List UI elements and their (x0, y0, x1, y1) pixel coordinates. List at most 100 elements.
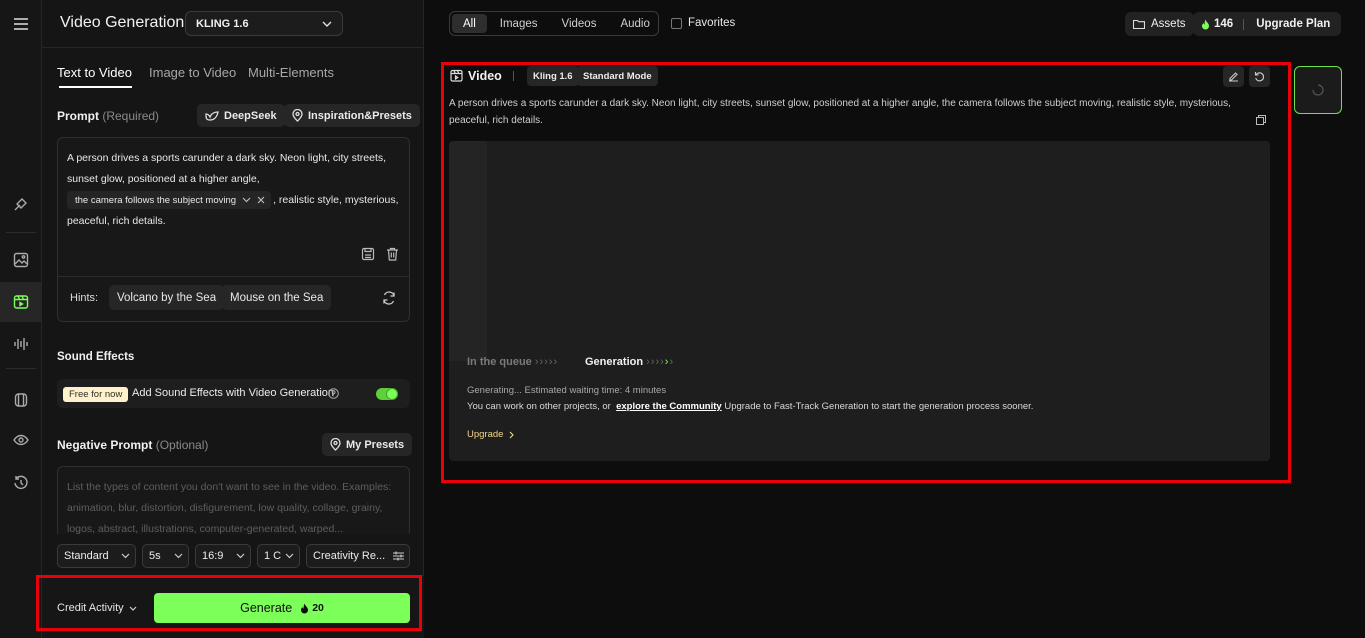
mode-tag: Standard Mode (577, 66, 658, 86)
close-icon[interactable] (257, 196, 265, 204)
deepseek-icon (205, 110, 219, 122)
mode-select[interactable]: Standard (57, 544, 136, 568)
prompt-label-text: Prompt (57, 109, 99, 123)
filter-images[interactable]: Images (489, 14, 549, 33)
active-tab-indicator (59, 86, 132, 88)
upgrade-plan-button[interactable]: Upgrade Plan (1244, 18, 1330, 30)
video-generation-icon[interactable] (0, 282, 42, 322)
camera-movement-chip-label: the camera follows the subject moving (75, 190, 236, 211)
flame-icon (300, 603, 309, 614)
creativity-settings-label: Creativity Re... (313, 550, 385, 562)
panel-header: Video Generation KLING 1.6 (42, 0, 424, 48)
chevron-down-icon[interactable] (242, 197, 251, 203)
chevron-down-icon (236, 553, 245, 559)
model-select-value: KLING 1.6 (196, 18, 249, 30)
flame-icon (1201, 19, 1210, 30)
model-tag: Kling 1.6 (527, 66, 579, 86)
trash-icon[interactable] (386, 247, 399, 261)
prompt-text-part-1: A person drives a sports carunder a dark… (67, 152, 386, 185)
generation-status: Generating... Estimated waiting time: 4 … (467, 385, 666, 396)
creativity-settings-button[interactable]: Creativity Re... (306, 544, 410, 568)
upgrade-link-label: Upgrade (467, 429, 503, 440)
edit-icon[interactable] (1223, 66, 1244, 87)
location-pin-icon (330, 438, 341, 451)
chevron-right-icon (509, 431, 514, 439)
loading-spinner-icon (1312, 84, 1324, 96)
video-preview (449, 141, 1270, 461)
brush-icon[interactable] (0, 184, 42, 224)
generate-label: Generate (240, 601, 292, 615)
duration-select[interactable]: 5s (142, 544, 189, 568)
aspect-ratio-select[interactable]: 16:9 (195, 544, 251, 568)
prompt-text[interactable]: A person drives a sports carunder a dark… (67, 148, 402, 232)
hints-label: Hints: (70, 292, 98, 304)
work-note-suffix: Upgrade to Fast-Track Generation to star… (724, 401, 1033, 412)
tab-image-to-video[interactable]: Image to Video (149, 65, 236, 80)
help-icon[interactable] (328, 388, 339, 399)
regenerate-icon[interactable] (1249, 66, 1270, 87)
refresh-hints-icon[interactable] (382, 291, 396, 305)
audio-waveform-icon[interactable] (0, 324, 42, 364)
output-count-select[interactable]: 1 C (257, 544, 300, 568)
generation-panel: Video Generation KLING 1.6 Text to Video… (42, 0, 424, 638)
card-prompt: A person drives a sports carunder a dark… (449, 95, 1264, 129)
model-select[interactable]: KLING 1.6 (185, 11, 343, 36)
sliders-icon (393, 551, 404, 561)
generate-cost-value: 20 (312, 602, 324, 614)
page-title: Video Generation (60, 14, 184, 32)
filter-all[interactable]: All (452, 14, 487, 33)
image-generation-icon[interactable] (0, 240, 42, 280)
assets-label: Assets (1151, 18, 1186, 30)
tab-text-to-video[interactable]: Text to Video (57, 65, 132, 80)
explore-community-link[interactable]: explore the Community (616, 401, 722, 412)
generate-cost: 20 (300, 602, 324, 614)
sound-effects-row: Free for now Add Sound Effects with Vide… (57, 379, 410, 408)
eye-icon[interactable] (0, 420, 42, 460)
output-count-select-value: 1 C (264, 550, 281, 562)
upgrade-link[interactable]: Upgrade (467, 429, 514, 440)
sound-effects-text: Add Sound Effects with Video Generation (132, 387, 334, 399)
menu-icon[interactable] (0, 4, 42, 44)
save-prompt-icon[interactable] (361, 247, 375, 261)
sound-effects-toggle[interactable] (376, 388, 398, 400)
card-title: Video (468, 69, 502, 83)
favorites-checkbox[interactable] (671, 18, 682, 29)
generating-thumbnail[interactable] (1294, 66, 1342, 114)
hint-mouse-on-the-sea[interactable]: Mouse on the Sea (222, 285, 331, 310)
assets-button[interactable]: Assets (1125, 12, 1194, 36)
inspiration-presets-label: Inspiration&Presets (308, 110, 412, 122)
work-note-prefix: You can work on other projects, or (467, 401, 611, 412)
inspiration-presets-button[interactable]: Inspiration&Presets (284, 104, 420, 127)
left-rail (0, 0, 42, 638)
cube-icon[interactable] (0, 380, 42, 420)
copy-icon[interactable] (1256, 115, 1266, 125)
camera-movement-chip[interactable]: the camera follows the subject moving (67, 191, 271, 209)
filter-audio[interactable]: Audio (609, 14, 660, 33)
aspect-ratio-select-value: 16:9 (202, 550, 223, 562)
credit-activity-button[interactable]: Credit Activity (57, 602, 137, 614)
negative-prompt-input[interactable]: List the types of content you don't want… (57, 466, 410, 534)
generate-button[interactable]: Generate 20 (154, 593, 410, 623)
panel-footer: Credit Activity Generate 20 (42, 575, 424, 638)
duration-select-value: 5s (149, 550, 161, 562)
history-icon[interactable] (0, 463, 42, 503)
negative-prompt-label: Negative Prompt (Optional) (57, 438, 208, 452)
media-filter-group: All Images Videos Audio (449, 11, 659, 36)
my-presets-button[interactable]: My Presets (322, 433, 412, 456)
my-presets-label: My Presets (346, 439, 404, 451)
deepseek-button[interactable]: DeepSeek (197, 104, 285, 127)
tab-multi-elements[interactable]: Multi-Elements (248, 65, 334, 80)
credit-activity-label: Credit Activity (57, 602, 124, 614)
queue-step-label: In the queue (467, 356, 532, 368)
chevron-down-icon (121, 553, 130, 559)
chevron-down-icon (174, 553, 183, 559)
negative-prompt-label-text: Negative Prompt (57, 438, 152, 452)
queue-step: In the queue ››››› (467, 356, 558, 368)
free-for-now-badge: Free for now (63, 387, 128, 402)
hint-volcano-by-the-sea[interactable]: Volcano by the Sea (109, 285, 224, 310)
filter-videos[interactable]: Videos (551, 14, 608, 33)
video-clapper-icon (450, 69, 463, 82)
sound-effects-label: Sound Effects (57, 351, 134, 363)
negative-prompt-optional-note: (Optional) (156, 438, 209, 452)
generation-step-label: Generation (585, 356, 643, 368)
